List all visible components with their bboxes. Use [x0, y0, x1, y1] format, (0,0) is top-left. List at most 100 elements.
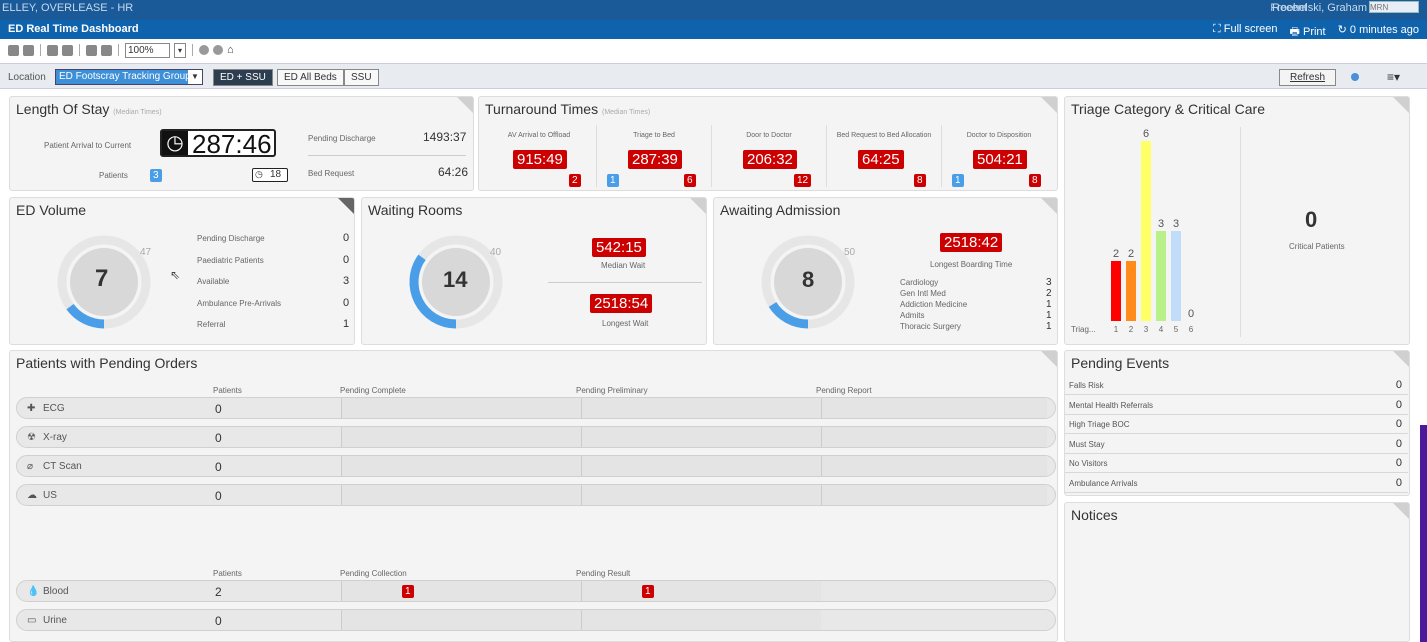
chevron-down-icon[interactable]: ▼ [188, 70, 202, 84]
triage-panel: Triage Category & Critical Care 21226334… [1064, 96, 1410, 345]
event-label: Mental Health Referrals [1069, 400, 1154, 410]
panel-title: Waiting Rooms [368, 202, 463, 218]
divider [308, 155, 466, 156]
zoom-select[interactable]: 100% [125, 42, 170, 58]
event-value: 0 [1395, 398, 1402, 411]
zoom-out-icon[interactable] [101, 44, 112, 56]
event-value: 0 [1395, 476, 1402, 489]
ed-volume-row-label: Referral [197, 320, 226, 329]
document-icon[interactable] [23, 44, 34, 56]
clock-count-badge[interactable]: ◷ 18 [252, 168, 288, 182]
tab-ed-all-beds[interactable]: ED All Beds [277, 69, 344, 86]
expand-corner-icon[interactable] [690, 198, 706, 214]
expand-corner-icon[interactable] [1393, 97, 1409, 113]
triage-bar[interactable] [1141, 141, 1151, 321]
tat-red-badge[interactable]: 8 [1029, 174, 1041, 187]
triage-bar-value: 2 [1113, 248, 1119, 260]
tat-red-badge[interactable]: 12 [794, 174, 812, 187]
longest-boarding-label: Longest Boarding Time [930, 260, 1013, 269]
location-select[interactable]: ED Footscray Tracking Group ▼ [55, 69, 203, 85]
bed-request-value: 64:26 [438, 165, 469, 179]
menu-icon[interactable]: ≡▾ [1387, 70, 1400, 84]
tat-red-badge[interactable]: 8 [914, 174, 926, 187]
order-row[interactable]: ⌀ CT Scan 0 [16, 455, 1056, 477]
triage-bar[interactable] [1126, 261, 1136, 321]
bed-request-label: Bed Request [308, 169, 355, 178]
panel-title: Turnaround Times (Median Times) [485, 101, 650, 117]
event-row[interactable]: Must Stay 0 [1065, 435, 1408, 454]
event-row[interactable]: Ambulance Arrivals 0 [1065, 474, 1408, 493]
patients-badge[interactable]: 3 [150, 169, 162, 182]
last-page-icon[interactable] [62, 44, 73, 56]
expand-corner-icon[interactable] [1393, 503, 1409, 519]
order-row[interactable]: ☁ US 0 [16, 484, 1056, 506]
expand-corner-icon[interactable] [1041, 198, 1057, 214]
triage-bar[interactable] [1156, 231, 1166, 321]
panel-title: Notices [1071, 507, 1118, 523]
fullscreen-label: Full screen [1223, 23, 1278, 35]
ed-volume-row-value: 0 [343, 232, 350, 244]
divider [192, 44, 193, 56]
forward-icon[interactable] [213, 45, 223, 55]
triage-category-label: 1 [1114, 325, 1119, 334]
event-label: Ambulance Arrivals [1069, 478, 1138, 488]
order-cell [821, 456, 1047, 476]
orders-column-header: Pending Complete [340, 386, 406, 395]
event-value: 0 [1395, 437, 1402, 450]
tat-red-badge[interactable]: 2 [569, 174, 581, 187]
admission-row-label: Gen Intl Med [900, 289, 946, 298]
admission-row-value: 3 [1046, 277, 1052, 288]
help-icon[interactable] [1351, 73, 1359, 81]
refresh-icon: ↻ [1337, 24, 1350, 36]
expand-corner-icon[interactable] [1041, 351, 1057, 367]
ecg-icon: ✚ [27, 403, 36, 414]
tat-blue-badge[interactable]: 1 [607, 174, 619, 187]
refresh-button[interactable]: Refresh [1279, 69, 1337, 86]
expand-corner-icon[interactable] [338, 198, 354, 214]
event-label: Must Stay [1069, 439, 1105, 449]
ed-volume-row-label: Ambulance Pre-Arrivals [197, 298, 282, 308]
event-row[interactable]: No Visitors 0 [1065, 454, 1408, 473]
event-row[interactable]: Mental Health Referrals 0 [1065, 396, 1408, 415]
waiting-rooms-panel: Waiting Rooms 14 40 542:15 Median Wait 2… [361, 197, 707, 345]
tab-ssu[interactable]: SSU [344, 69, 379, 86]
ed-volume-row-label: Pending Discharge [197, 234, 265, 243]
first-page-icon[interactable] [47, 44, 58, 56]
tab-ed-ssu[interactable]: ED + SSU [213, 69, 273, 86]
orders-column-header: Patients [213, 569, 242, 578]
binoculars-icon[interactable] [8, 44, 19, 56]
triage-bar[interactable] [1171, 231, 1181, 321]
chevron-down-icon[interactable]: ▾ [174, 42, 186, 58]
recent-link[interactable]: Recent [1272, 0, 1307, 16]
event-row[interactable]: High Triage BOC 0 [1065, 415, 1408, 434]
pending-result-badge[interactable]: 1 [642, 585, 654, 598]
divider [40, 44, 41, 56]
order-row[interactable]: ▭ Urine 0 [16, 609, 1056, 631]
admission-max: 50 [844, 247, 856, 258]
pending-collection-badge[interactable]: 1 [402, 585, 414, 598]
expand-corner-icon[interactable] [1041, 97, 1057, 113]
tat-red-badge[interactable]: 6 [684, 174, 696, 187]
home-icon[interactable]: ⌂ [227, 44, 234, 56]
back-icon[interactable] [199, 45, 209, 55]
orders-column-header: Pending Result [576, 569, 631, 578]
ed-volume-value: 7 [95, 265, 109, 292]
order-row[interactable]: ☢ X-ray 0 [16, 426, 1056, 448]
tat-blue-badge[interactable]: 1 [952, 174, 964, 187]
toolbar: 100% ▾ ⌂ [0, 39, 1427, 61]
event-row[interactable]: Falls Risk 0 [1065, 376, 1408, 395]
divider [596, 125, 597, 187]
median-wait-value: 542:15 [592, 238, 646, 257]
event-value: 0 [1395, 457, 1402, 469]
triage-bar[interactable] [1111, 261, 1121, 321]
order-row[interactable]: ✚ ECG 0 [16, 397, 1056, 419]
zoom-in-icon[interactable] [86, 44, 97, 56]
expand-corner-icon[interactable] [1393, 351, 1409, 367]
expand-corner-icon[interactable] [457, 97, 473, 113]
panel-title: Awaiting Admission [720, 202, 841, 218]
order-cell [341, 610, 581, 630]
ed-volume-row-label: Paediatric Patients [197, 255, 264, 265]
search-input[interactable] [1369, 1, 1419, 13]
admission-row-label: Thoracic Surgery [900, 322, 961, 331]
order-row[interactable]: 💧 Blood 2 1 1 [16, 580, 1056, 602]
